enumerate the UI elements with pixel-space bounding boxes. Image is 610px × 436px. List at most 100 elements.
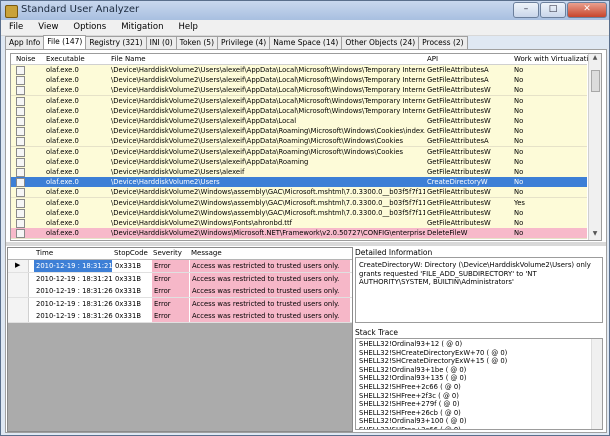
tab-process[interactable]: Process (2)	[418, 36, 468, 49]
event-row[interactable]: 2010-12-19 : 18:31:26 0x331B Error Access w…	[8, 310, 352, 323]
stack-frame[interactable]: SHELL32!Ordinal93+1be ( @ 0)	[359, 366, 599, 375]
tab-name-space[interactable]: Name Space (14)	[269, 36, 343, 49]
stack-frame[interactable]: SHELL32!Ordinal93+12 ( @ 0)	[359, 340, 599, 349]
menu-view[interactable]: View	[30, 20, 65, 35]
col-file-name[interactable]: File Name	[111, 55, 146, 63]
row-header[interactable]	[8, 310, 29, 322]
api-cell: GetFileAttributesA	[427, 76, 489, 85]
stack-frame[interactable]: SHELL32!SHFree+2c66 ( @ 0)	[359, 426, 599, 429]
executable-cell: olaf.exe.0	[46, 229, 79, 238]
api-cell: GetFileAttributesW	[427, 219, 491, 227]
noise-checkbox[interactable]	[16, 117, 25, 126]
virtualization-cell: No	[514, 219, 524, 227]
tab-ini[interactable]: INI (0)	[145, 36, 177, 49]
menu-help[interactable]: Help	[170, 20, 204, 35]
col-api[interactable]: API	[427, 55, 438, 63]
event-row[interactable]: 2010-12-19 : 18:31:26 0x331B Error Access w…	[8, 285, 352, 298]
menu-bar: File View Options Mitigation Help	[1, 20, 609, 36]
noise-checkbox[interactable]	[16, 137, 25, 147]
executable-cell: olaf.exe.0	[46, 157, 79, 166]
event-row[interactable]: 2010-12-19 : 18:31:26 0x331B Error Access w…	[8, 297, 352, 311]
stopcode-cell: 0x331B	[115, 262, 141, 270]
stack-frame[interactable]: SHELL32!SHFree+26cb ( @ 0)	[359, 409, 599, 418]
file-name-cell: \Device\HarddiskVolume2\Users\alexeif\Ap…	[111, 76, 425, 85]
noise-checkbox[interactable]	[16, 147, 25, 157]
virtualization-cell: Yes	[514, 198, 525, 207]
detail-text[interactable]: CreateDirectoryW: Directory (\Device\Har…	[355, 257, 603, 323]
minimize-button[interactable]: –	[513, 2, 539, 18]
col-executable[interactable]: Executable	[46, 55, 85, 63]
splitter[interactable]	[6, 242, 606, 246]
title-bar: Standard User Analyzer – □ ✕	[1, 1, 609, 20]
noise-checkbox[interactable]	[16, 76, 25, 86]
virtualization-cell: No	[514, 106, 524, 115]
row-header[interactable]: ▶	[8, 260, 29, 272]
noise-checkbox[interactable]	[16, 96, 25, 106]
noise-checkbox[interactable]	[16, 198, 25, 208]
api-cell: DeleteFileW	[427, 229, 468, 238]
virtualization-cell: No	[514, 208, 524, 217]
stack-frame[interactable]: SHELL32!SHCreateDirectoryExW+15 ( @ 0)	[359, 357, 599, 366]
noise-checkbox[interactable]	[16, 168, 25, 177]
tab-registry[interactable]: Registry (321)	[85, 36, 147, 49]
noise-checkbox[interactable]	[16, 127, 25, 137]
noise-checkbox[interactable]	[16, 86, 25, 96]
message-cell: Access was restricted to trusted users o…	[190, 260, 350, 272]
scroll-up-icon[interactable]: ▲	[589, 54, 601, 64]
row-header[interactable]	[8, 285, 29, 297]
noise-checkbox[interactable]	[16, 66, 25, 75]
stack-frame[interactable]: SHELL32!Ordinal93+100 ( @ 0)	[359, 417, 599, 426]
noise-checkbox[interactable]	[16, 188, 25, 198]
file-grid-scrollbar[interactable]: ▲ ▼	[588, 54, 601, 240]
message-cell: Access was restricted to trusted users o…	[190, 297, 350, 310]
virtualization-cell: No	[514, 178, 524, 187]
stack-frame[interactable]: SHELL32!Ordinal93+135 ( @ 0)	[359, 374, 599, 383]
file-name-cell: \Device\HarddiskVolume2\Users\alexeif\Ap…	[111, 66, 425, 74]
stack-frame[interactable]: SHELL32!SHFree+2f3c ( @ 0)	[359, 392, 599, 401]
noise-checkbox[interactable]	[16, 106, 25, 116]
time-cell: 2010-12-19 : 18:31:26	[36, 299, 113, 308]
noise-checkbox[interactable]	[16, 219, 25, 228]
col-noise[interactable]: Noise	[16, 55, 35, 63]
api-cell: GetFileAttributesA	[427, 66, 489, 74]
stack-frame[interactable]: SHELL32!SHFree+279f ( @ 0)	[359, 400, 599, 409]
menu-mitigation[interactable]: Mitigation	[113, 20, 170, 35]
noise-checkbox[interactable]	[16, 208, 25, 218]
scroll-down-icon[interactable]: ▼	[589, 230, 601, 240]
event-row[interactable]: 2010-12-19 : 18:31:21 0x331B Error Access w…	[8, 272, 352, 286]
noise-checkbox[interactable]	[16, 157, 25, 167]
file-name-cell: \Device\HarddiskVolume2\Windows\Fonts\ah…	[111, 219, 293, 227]
executable-cell: olaf.exe.0	[46, 66, 79, 74]
event-row[interactable]: ▶ 2010-12-19 : 18:31:21 0x331B Error Access …	[8, 260, 352, 273]
api-cell: GetFileAttributesW	[427, 188, 491, 197]
tab-file[interactable]: File (147)	[43, 35, 87, 49]
file-name-cell: \Device\HarddiskVolume2\Users\alexeif\Ap…	[111, 127, 425, 136]
noise-checkbox[interactable]	[16, 178, 25, 188]
col-message[interactable]: Message	[191, 249, 222, 257]
maximize-button[interactable]: □	[540, 2, 566, 18]
tab-app-info[interactable]: App Info	[5, 36, 45, 49]
api-cell: GetFileAttributesW	[427, 157, 491, 166]
row-header[interactable]	[8, 297, 29, 310]
stack-trace-list[interactable]: SHELL32!Ordinal93+12 ( @ 0) SHELL32!SHCre…	[355, 338, 603, 430]
tab-privilege[interactable]: Privilege (4)	[217, 36, 271, 49]
menu-options[interactable]: Options	[65, 20, 113, 35]
tab-token[interactable]: Token (5)	[175, 36, 219, 49]
executable-cell: olaf.exe.0	[46, 96, 79, 105]
stack-frame[interactable]: SHELL32!SHCreateDirectoryExW+70 ( @ 0)	[359, 349, 599, 358]
col-virtualization[interactable]: Work with Virtualization	[514, 55, 597, 63]
col-severity[interactable]: Severity	[153, 249, 182, 257]
event-grid: Time StopCode Severity Message ▶ 2010-12-…	[7, 247, 353, 432]
scroll-thumb[interactable]	[591, 70, 600, 92]
file-row[interactable]: olaf.exe.0 \Device\HarddiskVolume2\Window…	[11, 228, 587, 240]
stack-scrollbar[interactable]	[591, 339, 602, 429]
menu-file[interactable]: File	[1, 20, 30, 35]
row-header[interactable]	[8, 272, 29, 285]
stopcode-cell: 0x331B	[115, 299, 141, 308]
noise-checkbox[interactable]	[16, 229, 25, 239]
col-stopcode[interactable]: StopCode	[114, 249, 148, 257]
tab-other-objects[interactable]: Other Objects (24)	[341, 36, 420, 49]
close-button[interactable]: ✕	[567, 2, 607, 18]
col-time[interactable]: Time	[36, 249, 53, 257]
stack-frame[interactable]: SHELL32!SHFree+2c66 ( @ 0)	[359, 383, 599, 392]
